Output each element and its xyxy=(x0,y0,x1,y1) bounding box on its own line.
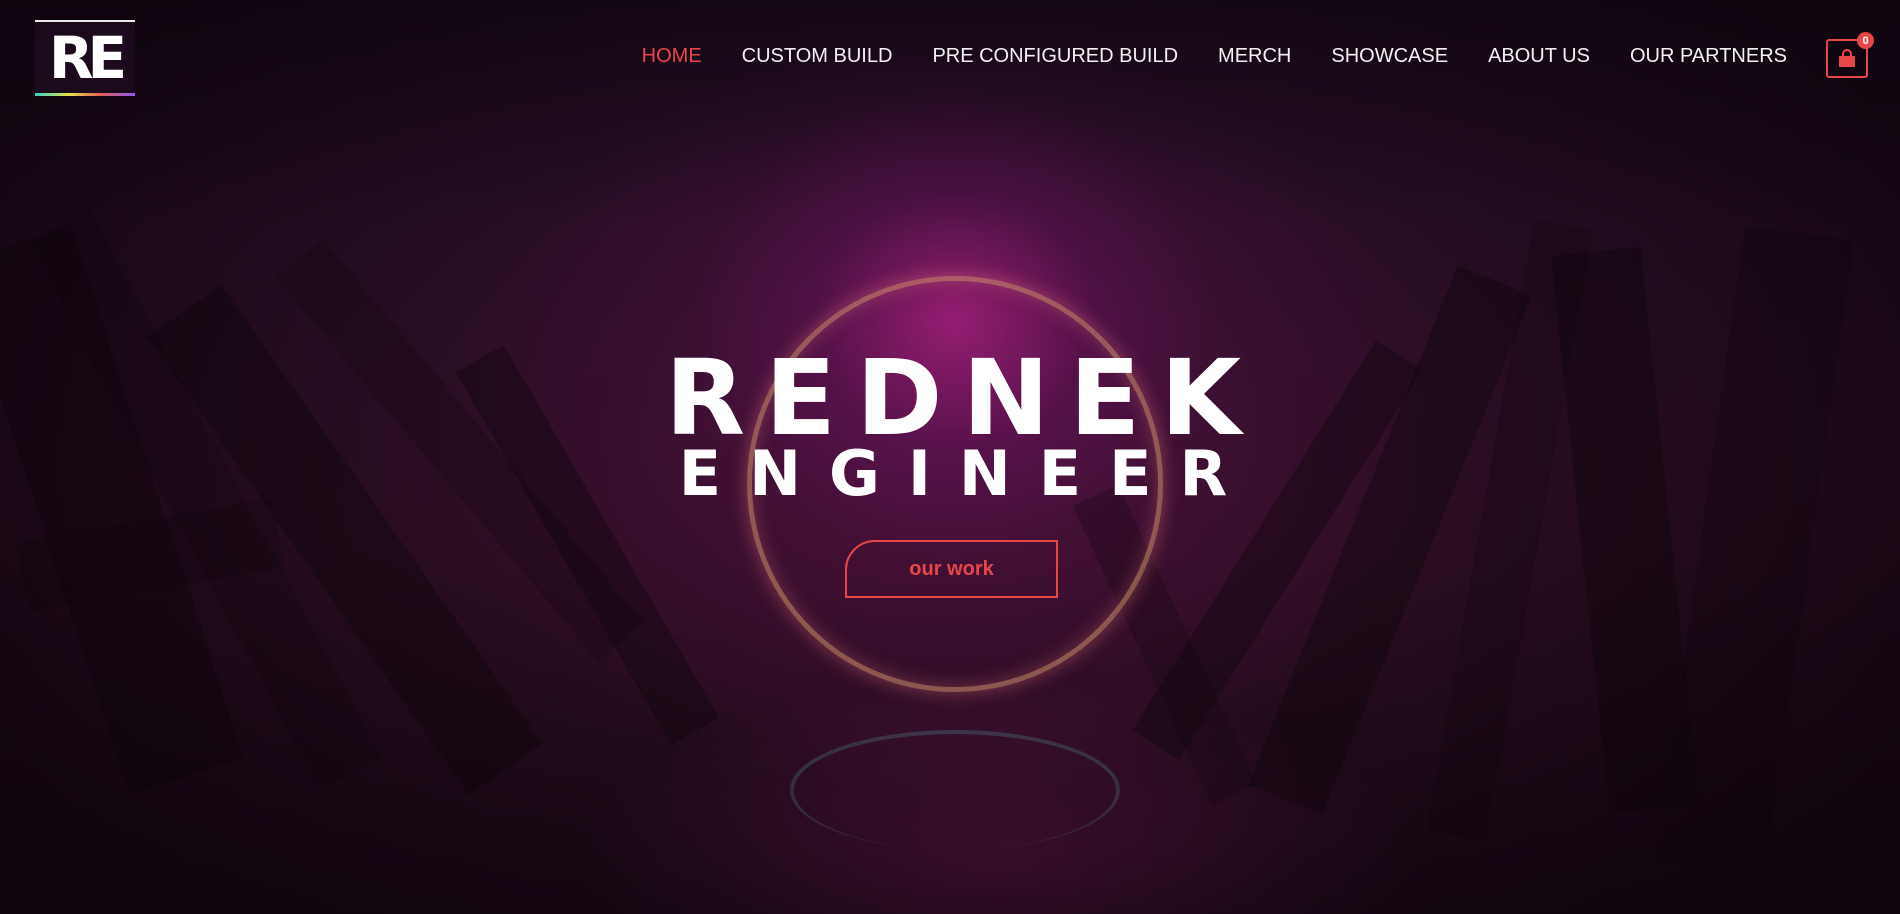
our-work-button[interactable]: our work xyxy=(845,540,1058,598)
nav-item-showcase[interactable]: SHOWCASE xyxy=(1331,45,1448,68)
nav-item-pre-configured-build[interactable]: PRE CONFIGURED BUILD xyxy=(932,45,1178,68)
nav-item-merch[interactable]: MERCH xyxy=(1218,45,1291,68)
shopping-bag-icon xyxy=(1836,48,1858,70)
cart-count-badge: 0 xyxy=(1857,32,1874,49)
site-header: RE HOME CUSTOM BUILD PRE CONFIGURED BUIL… xyxy=(0,0,1900,118)
page: RE HOME CUSTOM BUILD PRE CONFIGURED BUIL… xyxy=(0,0,1900,914)
nav-item-home[interactable]: HOME xyxy=(642,45,702,68)
nav-item-our-partners[interactable]: OUR PARTNERS xyxy=(1630,45,1787,68)
logo[interactable]: RE xyxy=(35,20,135,96)
nav-item-about-us[interactable]: ABOUT US xyxy=(1488,45,1590,68)
hero-title-line1: REDNEK xyxy=(664,337,1262,459)
logo-text: RE xyxy=(48,23,127,92)
main-nav: HOME CUSTOM BUILD PRE CONFIGURED BUILD M… xyxy=(642,45,1787,68)
cart-button[interactable]: 0 xyxy=(1826,32,1874,78)
nav-item-custom-build[interactable]: CUSTOM BUILD xyxy=(742,45,893,68)
hero-title-line2: ENGINEER xyxy=(678,437,1256,510)
hero-title: REDNEK ENGINEER xyxy=(636,346,1270,505)
